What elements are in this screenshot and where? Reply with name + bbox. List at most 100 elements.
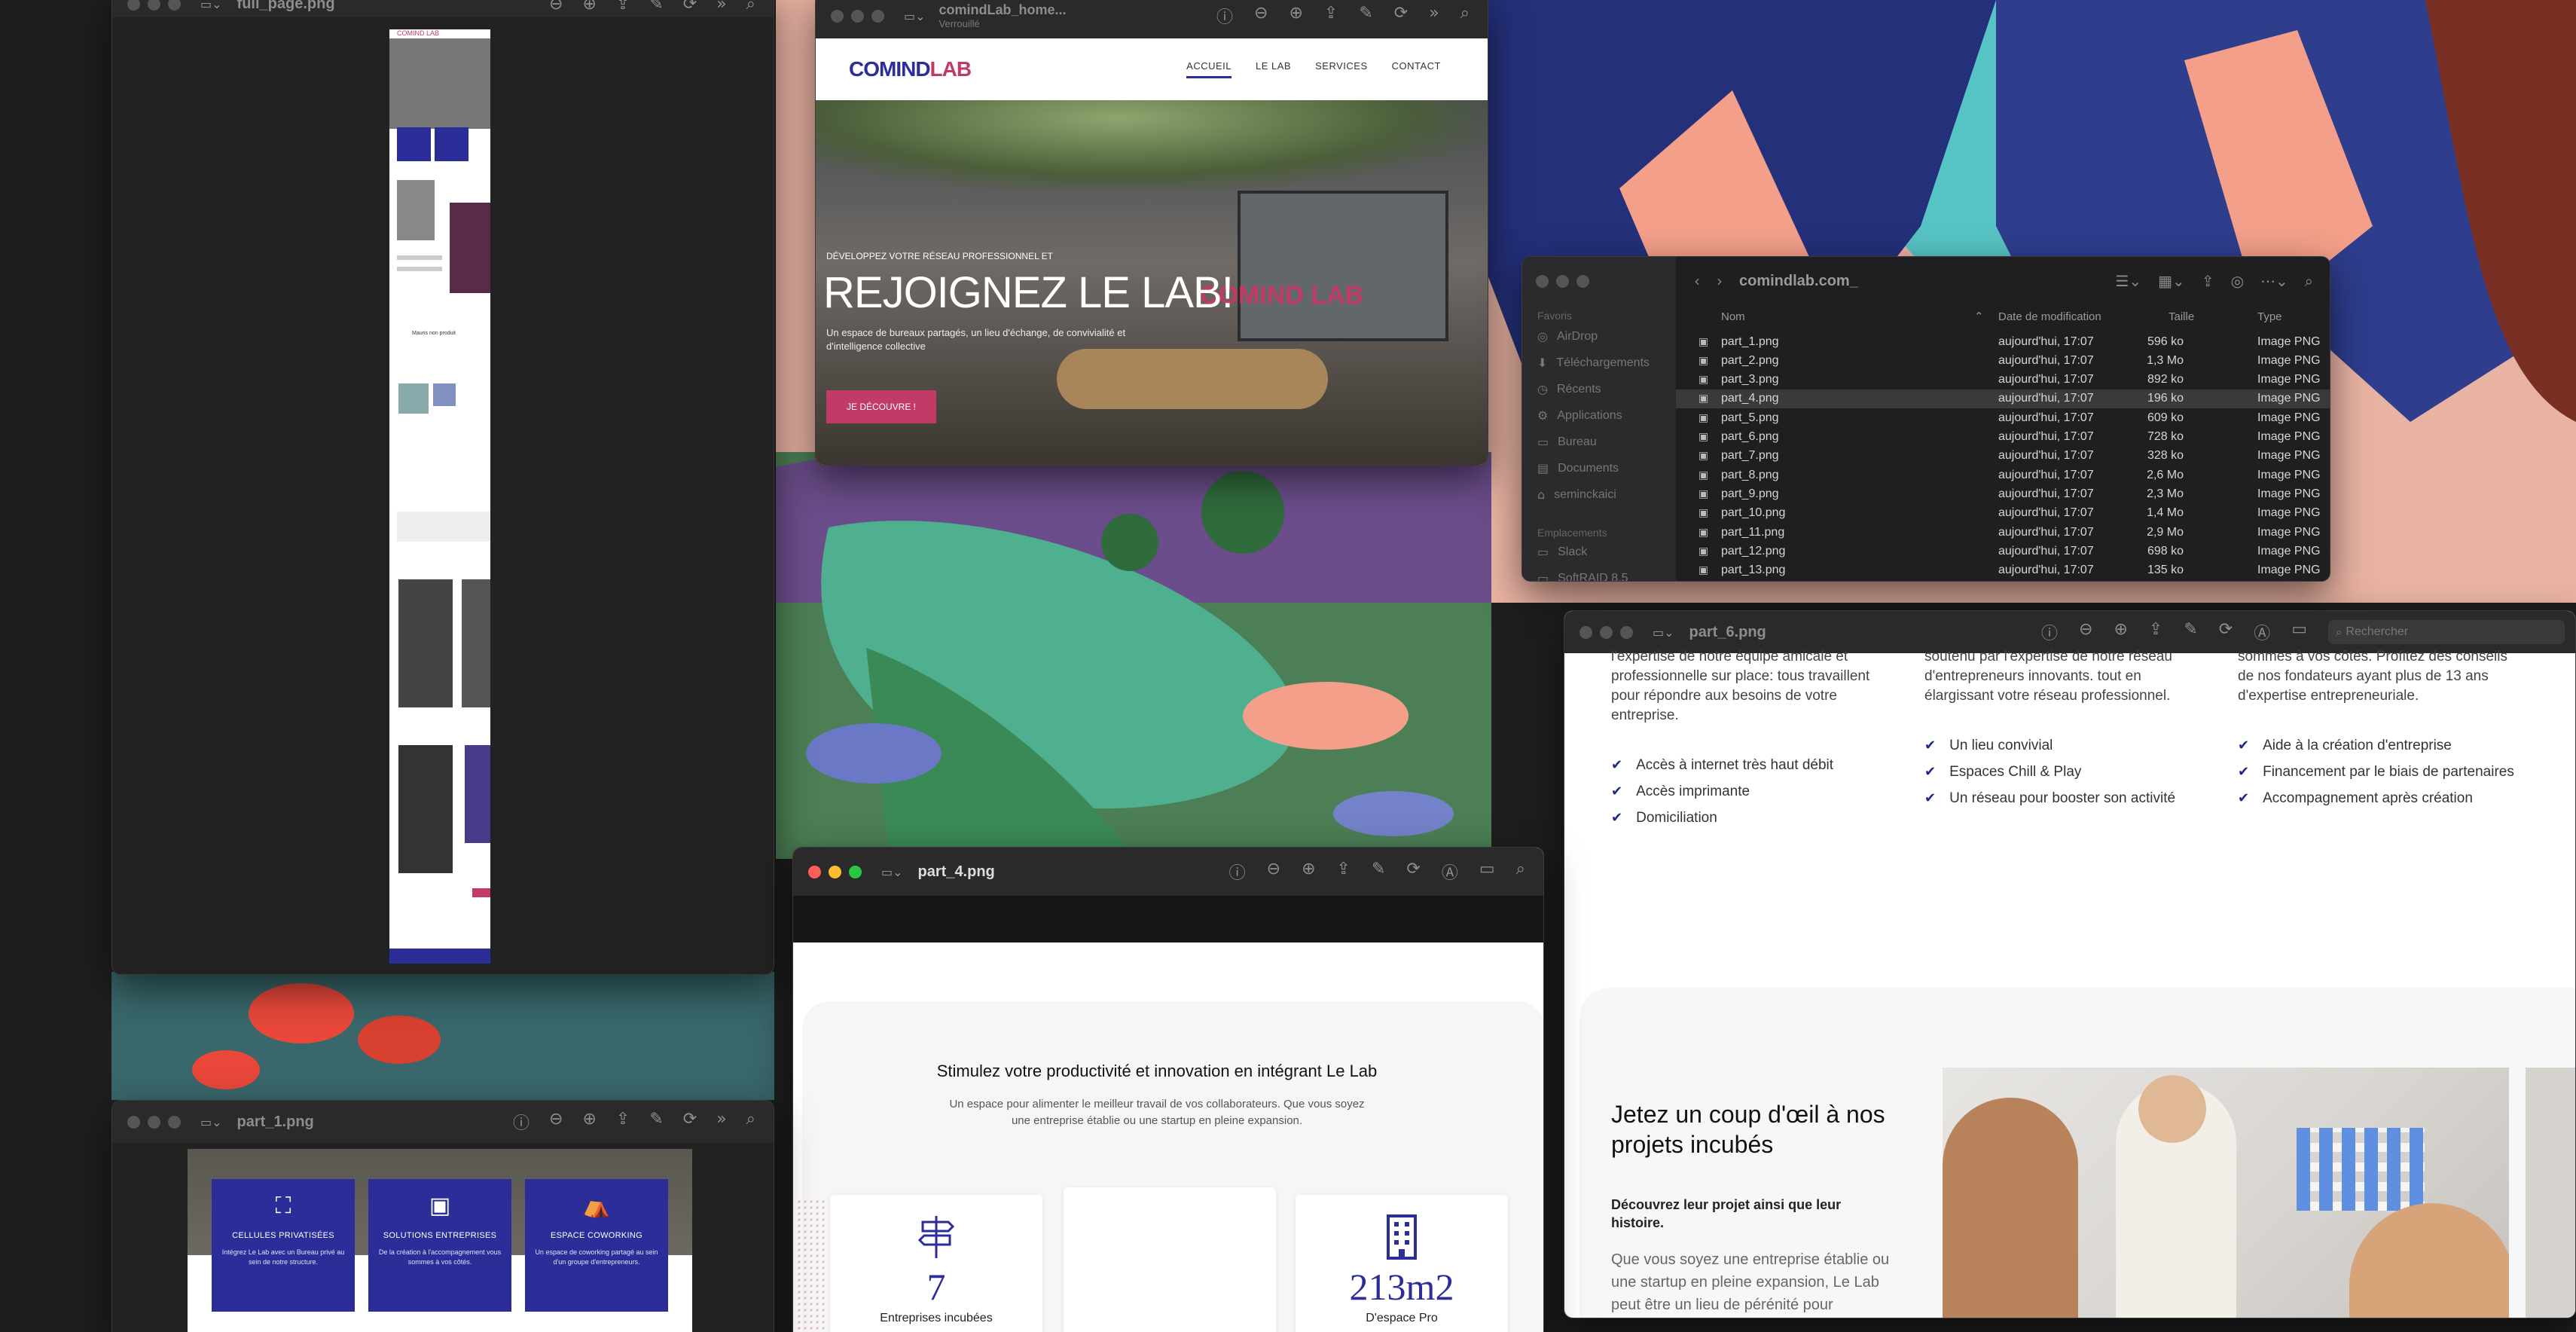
nav-services[interactable]: SERVICES xyxy=(1315,60,1368,78)
site-logo[interactable]: COMINDLAB xyxy=(849,57,972,81)
forward-icon[interactable]: › xyxy=(1717,272,1723,290)
file-row[interactable]: ▣ part_10.png aujourd'hui, 17:07 1,4 Mo Imag… xyxy=(1676,504,2330,523)
markup-icon[interactable]: ✎ xyxy=(1359,4,1372,28)
column-type[interactable]: Type xyxy=(2257,310,2282,323)
titlebar[interactable]: ▭⌄ part_1.png ⓘ ⊖ ⊕ ⇪ ✎ ⟳ » ⌕ xyxy=(112,1101,774,1143)
traffic-lights[interactable] xyxy=(1579,625,1633,639)
titlebar[interactable]: ▭⌄ part_4.png ⓘ ⊖ ⊕ ⇪ ✎ ⟳ Ⓐ ▭ ⌕ xyxy=(793,848,1543,896)
grid-view-icon[interactable]: ▦⌄ xyxy=(2158,272,2185,290)
file-row[interactable]: ▣ part_4.png aujourd'hui, 17:07 196 ko Image… xyxy=(1676,389,2330,408)
info-icon[interactable]: ⓘ xyxy=(513,1110,530,1134)
markup-icon[interactable]: ✎ xyxy=(649,1110,663,1134)
titlebar[interactable]: ▭⌄ comindLab_home... Verrouillé ⓘ ⊖ ⊕ ⇪ … xyxy=(816,0,1488,38)
rotate-icon[interactable]: ⟳ xyxy=(1406,860,1420,884)
column-size[interactable]: Taille xyxy=(2169,310,2194,323)
back-icon[interactable]: ‹ xyxy=(1694,272,1700,290)
sidebar-item-1[interactable]: ⬇ Téléchargements xyxy=(1522,350,1676,376)
rotate-icon[interactable]: ⟳ xyxy=(683,1110,697,1134)
search-icon[interactable]: ⌕ xyxy=(1516,860,1525,884)
sidebar-item-0[interactable]: ◎ AirDrop xyxy=(1522,323,1676,350)
list-view-icon[interactable]: ☰⌄ xyxy=(2115,272,2141,290)
sidebar-toggle-icon[interactable]: ▭⌄ xyxy=(200,1115,222,1129)
share-icon[interactable]: ⇪ xyxy=(616,0,630,14)
info-icon[interactable]: ⓘ xyxy=(2041,620,2058,644)
share-icon[interactable]: ⇪ xyxy=(1337,860,1351,884)
zoom-out-icon[interactable]: ⊖ xyxy=(1254,4,1268,28)
traffic-lights[interactable] xyxy=(127,0,181,11)
sidebar-toggle-icon[interactable]: ▭⌄ xyxy=(200,0,222,11)
action-icon[interactable]: ⋯⌄ xyxy=(2260,272,2288,290)
window-finder[interactable]: Favoris ◎ AirDrop ⬇ Téléchargements ◷ Récents… xyxy=(1521,256,2330,582)
file-row[interactable]: ▣ part_11.png aujourd'hui, 17:07 2,9 Mo Imag… xyxy=(1676,523,2330,542)
zoom-in-icon[interactable]: ⊕ xyxy=(582,0,596,14)
nav-accueil[interactable]: ACCUEIL xyxy=(1186,60,1232,78)
hero-cta-button[interactable]: JE DÉCOUVRE ! xyxy=(826,390,936,423)
nav-le-lab[interactable]: LE LAB xyxy=(1256,60,1291,78)
search-icon[interactable]: ⌕ xyxy=(1460,4,1470,28)
location-item-1[interactable]: ▭ SoftRAID 8.5 xyxy=(1522,565,1676,581)
zoom-out-icon[interactable]: ⊖ xyxy=(1267,860,1280,884)
sidebar-toggle-icon[interactable]: ▭⌄ xyxy=(904,9,926,23)
share-icon[interactable]: ⇪ xyxy=(2202,272,2214,290)
zoom-out-icon[interactable]: ⊖ xyxy=(549,1110,563,1134)
share-icon[interactable]: ⇪ xyxy=(616,1110,630,1134)
zoom-out-icon[interactable]: ⊖ xyxy=(2079,620,2092,644)
zoom-in-icon[interactable]: ⊕ xyxy=(1289,4,1302,28)
window-part-1[interactable]: ▭⌄ part_1.png ⓘ ⊖ ⊕ ⇪ ✎ ⟳ » ⌕ ⛶ CELLULES… xyxy=(111,1100,774,1332)
zoom-in-icon[interactable]: ⊕ xyxy=(2114,620,2127,644)
window-part-6[interactable]: ▭⌄ part_6.png ⓘ ⊖ ⊕ ⇪ ✎ ⟳ Ⓐ ▭ ⌕ Recherch… xyxy=(1564,610,2576,1318)
rotate-icon[interactable]: ⟳ xyxy=(1394,4,1408,28)
search-icon[interactable]: ⌕ xyxy=(2305,272,2313,290)
info-icon[interactable]: ⓘ xyxy=(1229,860,1246,884)
zoom-in-icon[interactable]: ⊕ xyxy=(1302,860,1315,884)
window-browser[interactable]: ▭⌄ comindLab_home... Verrouillé ⓘ ⊖ ⊕ ⇪ … xyxy=(815,0,1488,466)
more-icon[interactable]: » xyxy=(1429,4,1439,28)
markup-icon[interactable]: ✎ xyxy=(2184,620,2197,644)
markup-icon[interactable]: ✎ xyxy=(1372,860,1385,884)
more-icon[interactable]: » xyxy=(716,0,726,14)
sidebar-toggle-icon[interactable]: ▭⌄ xyxy=(881,865,903,879)
service-card-coworking[interactable]: ⛺ ESPACE COWORKING Un espace de coworkin… xyxy=(525,1179,668,1312)
markup-toolbar-icon[interactable]: Ⓐ xyxy=(1442,860,1458,884)
file-row[interactable]: ▣ part_6.png aujourd'hui, 17:07 728 ko Image… xyxy=(1676,428,2330,447)
zoom-in-icon[interactable]: ⊕ xyxy=(582,1110,596,1134)
sidebar-item-3[interactable]: ⚙ Applications xyxy=(1522,402,1676,429)
share-icon[interactable]: ⇪ xyxy=(1324,4,1338,28)
search-field[interactable]: ⌕ Rechercher xyxy=(2328,620,2565,644)
sidebar-toggle-icon[interactable]: ▭⌄ xyxy=(1653,625,1674,640)
file-row[interactable]: ▣ part_2.png aujourd'hui, 17:07 1,3 Mo Image… xyxy=(1676,351,2330,370)
file-row[interactable]: ▣ part_8.png aujourd'hui, 17:07 2,6 Mo Image… xyxy=(1676,466,2330,484)
file-row[interactable]: ▣ part_12.png aujourd'hui, 17:07 698 ko Imag… xyxy=(1676,542,2330,561)
markup-icon[interactable]: ✎ xyxy=(649,0,663,14)
file-row[interactable]: ▣ part_1.png aujourd'hui, 17:07 596 ko Image… xyxy=(1676,332,2330,351)
more-icon[interactable]: » xyxy=(716,1110,726,1134)
info-icon[interactable]: ⓘ xyxy=(1216,4,1233,28)
form-icon[interactable]: ▭ xyxy=(2291,620,2307,644)
file-row[interactable]: ▣ part_5.png aujourd'hui, 17:07 609 ko Image… xyxy=(1676,408,2330,427)
file-row[interactable]: ▣ part_7.png aujourd'hui, 17:07 328 ko Image… xyxy=(1676,447,2330,466)
traffic-lights[interactable] xyxy=(808,865,862,878)
sidebar-item-2[interactable]: ◷ Récents xyxy=(1522,376,1676,402)
sidebar-item-5[interactable]: ▤ Documents xyxy=(1522,455,1676,481)
search-icon[interactable]: ⌕ xyxy=(746,0,755,14)
traffic-lights[interactable] xyxy=(831,9,884,23)
finder-toolbar[interactable]: ‹ › comindlab.com_ ☰⌄ ▦⌄ ⇪ ◎ ⋯⌄ ⌕ xyxy=(1676,257,2330,305)
traffic-lights[interactable] xyxy=(127,1115,181,1129)
titlebar[interactable]: ▭⌄ full_page.png ⊖ ⊕ ⇪ ✎ ⟳ » ⌕ xyxy=(112,0,774,17)
window-full-page[interactable]: ▭⌄ full_page.png ⊖ ⊕ ⇪ ✎ ⟳ » ⌕ COMIND LA… xyxy=(111,0,774,975)
sidebar-item-6[interactable]: ⌂ seminckaici xyxy=(1522,481,1676,508)
rotate-icon[interactable]: ⟳ xyxy=(2219,620,2233,644)
column-name[interactable]: Nom xyxy=(1721,310,1745,323)
zoom-out-icon[interactable]: ⊖ xyxy=(549,0,563,14)
service-card-cellules[interactable]: ⛶ CELLULES PRIVATISÉES Intégrez Le Lab a… xyxy=(212,1179,355,1312)
column-date[interactable]: Date de modification xyxy=(1998,310,2101,323)
file-row[interactable]: ▣ part_3.png aujourd'hui, 17:07 892 ko Image… xyxy=(1676,371,2330,390)
file-row[interactable]: ▣ part_13.png aujourd'hui, 17:07 135 ko Imag… xyxy=(1676,561,2330,580)
file-row[interactable]: ▣ part_9.png aujourd'hui, 17:07 2,3 Mo Image… xyxy=(1676,484,2330,503)
sidebar-item-4[interactable]: ▭ Bureau xyxy=(1522,429,1676,455)
service-card-solutions[interactable]: ▣ SOLUTIONS ENTREPRISES De la création à… xyxy=(368,1179,511,1312)
nav-contact[interactable]: CONTACT xyxy=(1392,60,1441,78)
markup-toolbar-icon[interactable]: Ⓐ xyxy=(2254,620,2270,644)
airdrop-icon[interactable]: ◎ xyxy=(2231,272,2244,290)
form-icon[interactable]: ▭ xyxy=(1479,860,1495,884)
